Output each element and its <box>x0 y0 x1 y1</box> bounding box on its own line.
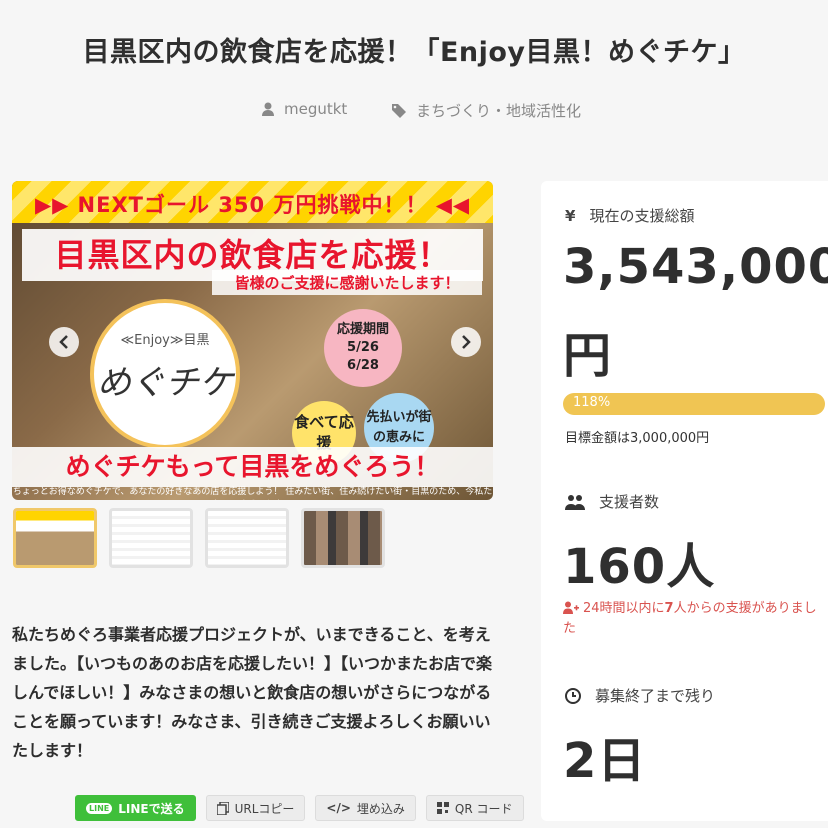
thumbnail-3[interactable] <box>205 508 289 568</box>
qr-icon <box>436 802 449 814</box>
carousel-prev-button[interactable] <box>49 327 79 357</box>
page-title: 目黒区内の飲食店を応援！「Enjoy目黒！めぐチケ」 <box>82 37 746 68</box>
code-icon: </> <box>326 801 351 815</box>
url-copy-label: URLコピー <box>234 801 295 816</box>
author-link[interactable]: megutkt <box>262 100 347 118</box>
hero-slogan: めぐチケもって目黒をめぐろう！ <box>12 447 493 487</box>
user-plus-icon <box>563 601 579 614</box>
users-icon <box>565 494 585 510</box>
share-buttons: LINE LINEで送る URLコピー </> 埋め込み QR コード <box>75 795 524 821</box>
remaining-label: 募集終了まで残り <box>565 685 715 706</box>
total-funding-value: 3,543,000 <box>563 239 828 295</box>
category-link[interactable]: まちづくり・地域活性化 <box>392 100 581 121</box>
thumbnail-strip <box>13 508 385 568</box>
hero-subtext: ちょっとお得なめぐチケで、あなたの好きなあの店を応援しよう！ 住みたい街、住み続… <box>12 487 493 497</box>
qr-code-button[interactable]: QR コード <box>425 795 524 821</box>
recent-backers-notice: 24時間以内に7人からの支援がありました <box>563 601 817 636</box>
copy-icon <box>216 801 229 815</box>
author-name: megutkt <box>284 100 348 118</box>
embed-label: 埋め込み <box>356 801 405 816</box>
remaining-days: 2日 <box>563 733 647 789</box>
clock-icon <box>565 687 581 704</box>
funding-progress-bar: 118% <box>563 393 825 415</box>
line-icon: LINE <box>86 802 113 814</box>
yen-icon: ¥ <box>565 206 576 225</box>
funding-progress-percent: 118% <box>573 395 611 410</box>
project-meta: megutkt まちづくり・地域活性化 <box>0 100 828 122</box>
thumbnail-4[interactable] <box>301 508 385 568</box>
project-description: 私たちめぐろ事業者応援プロジェクトが、いまできること、を考えました。【いつものあ… <box>12 625 493 760</box>
total-funding-unit: 円 <box>563 328 613 384</box>
backers-count: 160人 <box>563 539 716 595</box>
total-funding-label: ¥ 現在の支援総額 <box>565 206 695 226</box>
thumbnail-1[interactable] <box>13 508 97 568</box>
line-share-button[interactable]: LINE LINEで送る <box>75 795 196 821</box>
category-name: まちづくり・地域活性化 <box>416 102 582 120</box>
funding-panel: ¥ 現在の支援総額 3,543,000 円 118% 目標金額は3,000,00… <box>541 181 828 821</box>
backers-label: 支援者数 <box>565 491 659 512</box>
thumbnail-2[interactable] <box>109 508 193 568</box>
embed-button[interactable]: </> 埋め込み <box>315 795 416 821</box>
url-copy-button[interactable]: URLコピー <box>205 795 306 821</box>
hero-thanks: 皆様のご支援に感謝いたします！ <box>212 270 482 295</box>
chevron-right-icon <box>462 335 471 349</box>
megutike-logo: ≪Enjoy≫目黒 めぐチケ <box>90 299 240 449</box>
tag-icon <box>392 103 406 118</box>
support-period-badge: 応援期間 5/26 6/28 <box>324 309 402 387</box>
image-carousel[interactable]: ▶▶ NEXTゴール 350 万円挑戦中！！ ◀◀ 目黒区内の飲食店を応援！ 皆… <box>12 181 493 500</box>
hero-banner-top: ▶▶ NEXTゴール 350 万円挑戦中！！ ◀◀ <box>12 181 493 223</box>
goal-amount: 目標金額は3,000,000円 <box>565 431 710 446</box>
line-share-label: LINEで送る <box>118 801 185 816</box>
user-icon <box>262 102 274 116</box>
qr-code-label: QR コード <box>454 801 513 816</box>
chevron-left-icon <box>59 335 68 349</box>
carousel-next-button[interactable] <box>451 327 481 357</box>
